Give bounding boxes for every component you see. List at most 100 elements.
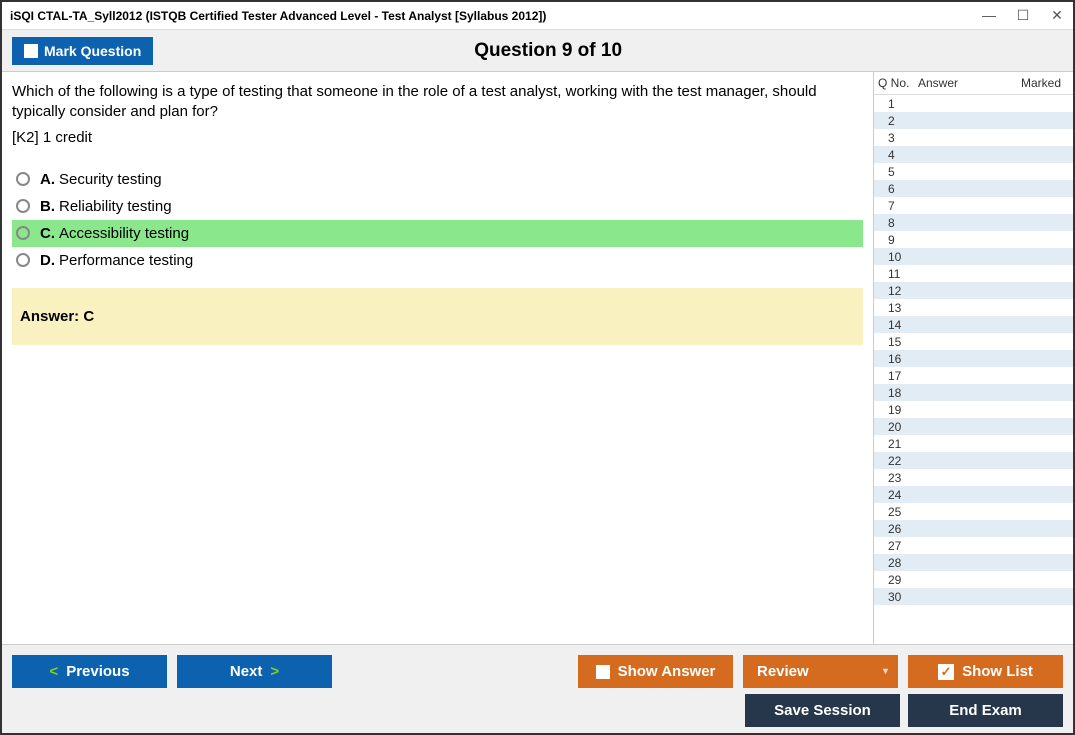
option-letter: B. bbox=[40, 198, 55, 215]
list-item[interactable]: 27 bbox=[874, 537, 1073, 554]
review-button[interactable]: Review ▾ bbox=[743, 655, 898, 688]
show-answer-button[interactable]: Show Answer bbox=[578, 655, 733, 688]
review-label: Review bbox=[757, 663, 809, 680]
list-item[interactable]: 20 bbox=[874, 418, 1073, 435]
list-item[interactable]: 15 bbox=[874, 333, 1073, 350]
list-item[interactable]: 18 bbox=[874, 384, 1073, 401]
list-item[interactable]: 17 bbox=[874, 367, 1073, 384]
list-item[interactable]: 24 bbox=[874, 486, 1073, 503]
minimize-icon[interactable]: — bbox=[981, 7, 997, 24]
list-item[interactable]: 28 bbox=[874, 554, 1073, 571]
option-row[interactable]: C. Accessibility testing bbox=[12, 220, 863, 247]
zoom-controls bbox=[12, 700, 24, 721]
show-list-label: Show List bbox=[962, 663, 1033, 680]
list-item[interactable]: 5 bbox=[874, 163, 1073, 180]
list-item[interactable]: 13 bbox=[874, 299, 1073, 316]
list-item[interactable]: 25 bbox=[874, 503, 1073, 520]
row-number: 13 bbox=[878, 301, 918, 315]
header-qno: Q No. bbox=[878, 76, 918, 90]
row-number: 24 bbox=[878, 488, 918, 502]
row-number: 10 bbox=[878, 250, 918, 264]
row-number: 22 bbox=[878, 454, 918, 468]
list-item[interactable]: 14 bbox=[874, 316, 1073, 333]
option-row[interactable]: A. Security testing bbox=[12, 166, 863, 193]
previous-label: Previous bbox=[66, 663, 129, 680]
close-icon[interactable]: ✕ bbox=[1049, 7, 1065, 24]
row-number: 6 bbox=[878, 182, 918, 196]
row-number: 14 bbox=[878, 318, 918, 332]
list-item[interactable]: 19 bbox=[874, 401, 1073, 418]
row-number: 2 bbox=[878, 114, 918, 128]
row-number: 11 bbox=[878, 267, 918, 281]
checkbox-icon bbox=[596, 665, 610, 679]
mark-question-button[interactable]: Mark Question bbox=[12, 37, 153, 65]
next-button[interactable]: Next > bbox=[177, 655, 332, 688]
option-row[interactable]: B. Reliability testing bbox=[12, 193, 863, 220]
list-item[interactable]: 2 bbox=[874, 112, 1073, 129]
list-item[interactable]: 30 bbox=[874, 588, 1073, 605]
header-marked: Marked bbox=[1019, 76, 1069, 90]
row-number: 27 bbox=[878, 539, 918, 553]
option-letter: D. bbox=[40, 252, 55, 269]
list-item[interactable]: 4 bbox=[874, 146, 1073, 163]
list-item[interactable]: 3 bbox=[874, 129, 1073, 146]
row-number: 5 bbox=[878, 165, 918, 179]
row-number: 26 bbox=[878, 522, 918, 536]
row-number: 4 bbox=[878, 148, 918, 162]
radio-icon bbox=[16, 226, 30, 240]
question-credit: [K2] 1 credit bbox=[12, 129, 863, 146]
list-item[interactable]: 29 bbox=[874, 571, 1073, 588]
list-item[interactable]: 11 bbox=[874, 265, 1073, 282]
mark-question-label: Mark Question bbox=[44, 43, 141, 59]
list-header: Q No. Answer Marked bbox=[874, 72, 1073, 95]
row-number: 15 bbox=[878, 335, 918, 349]
titlebar: iSQI CTAL-TA_Syll2012 (ISTQB Certified T… bbox=[2, 2, 1073, 30]
list-item[interactable]: 1 bbox=[874, 95, 1073, 112]
option-row[interactable]: D. Performance testing bbox=[12, 247, 863, 274]
app-window: iSQI CTAL-TA_Syll2012 (ISTQB Certified T… bbox=[0, 0, 1075, 735]
list-item[interactable]: 12 bbox=[874, 282, 1073, 299]
list-item[interactable]: 16 bbox=[874, 350, 1073, 367]
list-item[interactable]: 26 bbox=[874, 520, 1073, 537]
header-answer: Answer bbox=[918, 76, 1019, 90]
row-number: 19 bbox=[878, 403, 918, 417]
list-item[interactable]: 10 bbox=[874, 248, 1073, 265]
option-text: Performance testing bbox=[59, 252, 193, 269]
question-list[interactable]: 1234567891011121314151617181920212223242… bbox=[874, 95, 1073, 644]
footer: < Previous Next > Show Answer Review ▾ ✓… bbox=[2, 644, 1073, 733]
body: Which of the following is a type of test… bbox=[2, 72, 1073, 644]
window-title: iSQI CTAL-TA_Syll2012 (ISTQB Certified T… bbox=[10, 9, 981, 23]
list-item[interactable]: 23 bbox=[874, 469, 1073, 486]
show-answer-label: Show Answer bbox=[618, 663, 716, 680]
list-item[interactable]: 9 bbox=[874, 231, 1073, 248]
question-panel: Which of the following is a type of test… bbox=[2, 72, 873, 644]
row-number: 7 bbox=[878, 199, 918, 213]
save-session-button[interactable]: Save Session bbox=[745, 694, 900, 727]
row-number: 18 bbox=[878, 386, 918, 400]
list-item[interactable]: 21 bbox=[874, 435, 1073, 452]
show-list-button[interactable]: ✓ Show List bbox=[908, 655, 1063, 688]
row-number: 9 bbox=[878, 233, 918, 247]
radio-icon bbox=[16, 172, 30, 186]
option-text: Reliability testing bbox=[59, 198, 172, 215]
previous-button[interactable]: < Previous bbox=[12, 655, 167, 688]
option-letter: A. bbox=[40, 171, 55, 188]
row-number: 16 bbox=[878, 352, 918, 366]
question-list-panel: Q No. Answer Marked 12345678910111213141… bbox=[873, 72, 1073, 644]
row-number: 28 bbox=[878, 556, 918, 570]
end-exam-label: End Exam bbox=[949, 702, 1022, 719]
checkbox-icon bbox=[24, 44, 38, 58]
row-number: 12 bbox=[878, 284, 918, 298]
maximize-icon[interactable]: ☐ bbox=[1015, 7, 1031, 24]
list-item[interactable]: 8 bbox=[874, 214, 1073, 231]
chevron-down-icon: ▾ bbox=[883, 666, 888, 677]
end-exam-button[interactable]: End Exam bbox=[908, 694, 1063, 727]
save-session-label: Save Session bbox=[774, 702, 871, 719]
list-item[interactable]: 7 bbox=[874, 197, 1073, 214]
list-item[interactable]: 22 bbox=[874, 452, 1073, 469]
row-number: 23 bbox=[878, 471, 918, 485]
question-text: Which of the following is a type of test… bbox=[12, 82, 863, 123]
list-item[interactable]: 6 bbox=[874, 180, 1073, 197]
next-label: Next bbox=[230, 663, 263, 680]
row-number: 3 bbox=[878, 131, 918, 145]
